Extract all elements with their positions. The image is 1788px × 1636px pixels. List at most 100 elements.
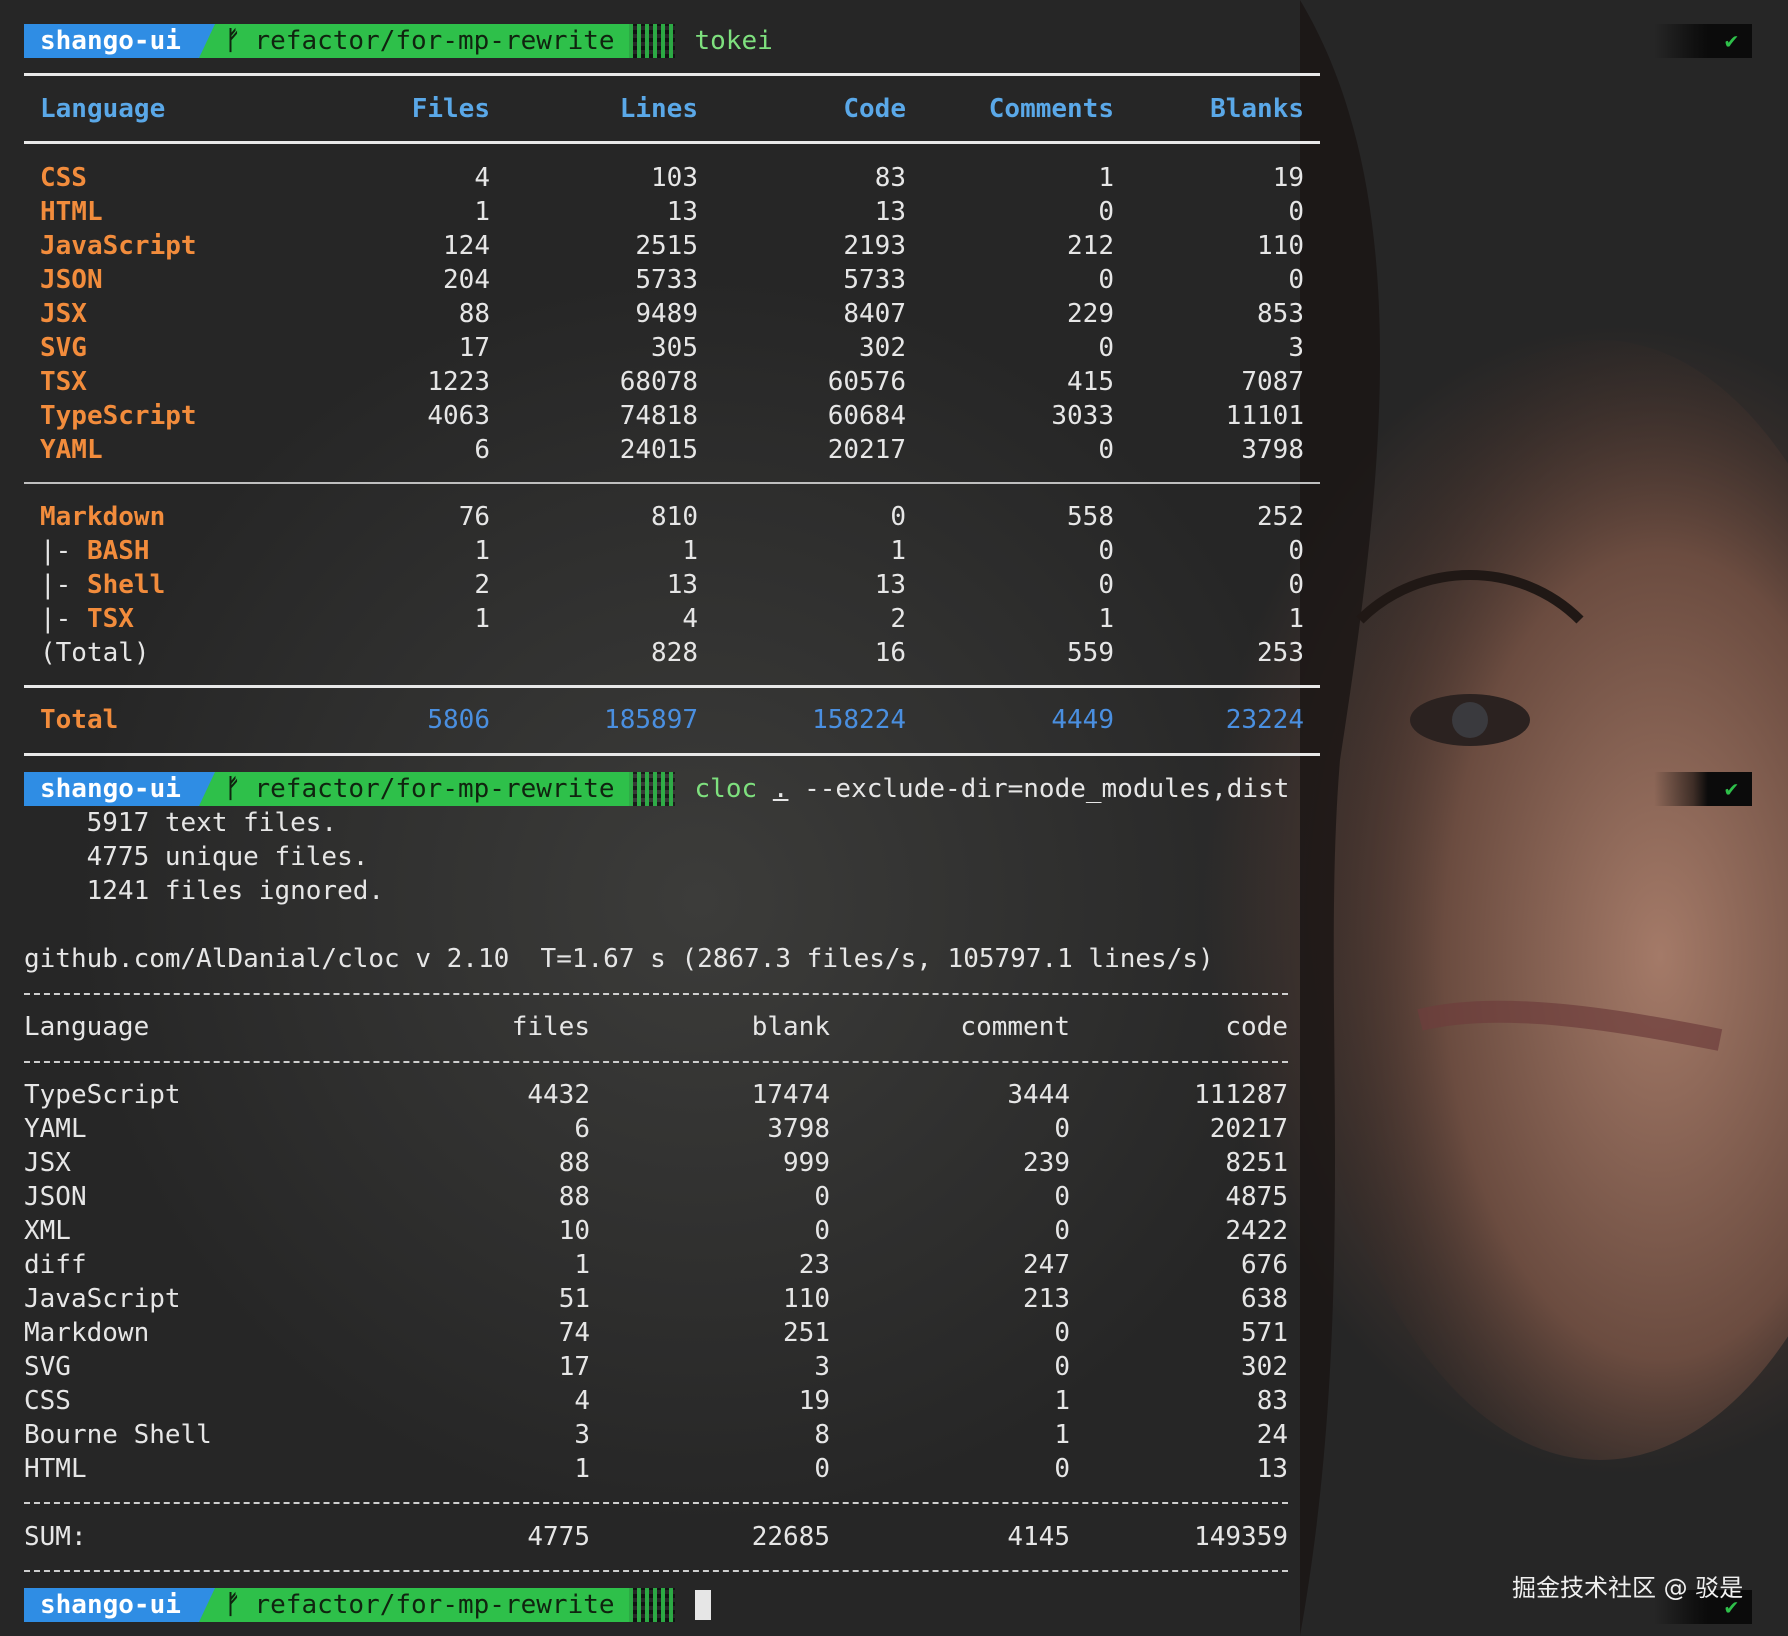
status-ok-indicator: ✔ — [1654, 24, 1752, 58]
cell-code: 8407 — [843, 299, 906, 329]
cell-blank: 23 — [798, 1250, 830, 1280]
cell-blank: 8 — [814, 1420, 830, 1450]
cloc-row: JSON 88 0 0 4875 — [24, 1180, 1288, 1214]
language-name: JSX — [40, 299, 87, 329]
cell-blanks: 3 — [1288, 333, 1304, 363]
cell-files: 88 — [558, 1148, 590, 1178]
cell-code: 20217 — [1209, 1114, 1288, 1144]
tokei-row: Markdown 76 810 0 558 252 — [24, 500, 1320, 534]
git-branch-icon: ᚠ — [224, 1590, 241, 1620]
cell-files: 6 — [574, 1114, 590, 1144]
cloc-row: CSS 4 19 1 83 — [24, 1384, 1288, 1418]
shell-prompt-2: shango-ui ᚠ refactor/for-mp-rewrite cloc … — [24, 772, 1289, 806]
tokei-row: TSX 1223 68078 60576 415 7087 — [24, 365, 1320, 399]
language-name: YAML — [40, 435, 103, 465]
cell-code: 302 — [1241, 1352, 1288, 1382]
cell-code: 13 — [874, 197, 906, 227]
cell-files: 1 — [574, 1250, 590, 1280]
cell-lang: SVG — [24, 1352, 71, 1382]
prompt-fade — [628, 772, 675, 806]
cell-blanks: 7087 — [1241, 367, 1304, 397]
prompt-separator — [198, 772, 215, 806]
cell-comments: 558 — [1067, 502, 1114, 532]
cell-comment: 0 — [1054, 1454, 1070, 1484]
cell-blank: 19 — [798, 1386, 830, 1416]
cell-files: 51 — [558, 1284, 590, 1314]
tokei-header-row: Language Files Lines Code Comments Blank… — [24, 92, 1320, 126]
cloc-row: JSX 88 999 239 8251 — [24, 1146, 1288, 1180]
tokei-row: SVG 17 305 302 0 3 — [24, 331, 1320, 365]
cell-lines: 305 — [651, 333, 698, 363]
cell-files: 1223 — [427, 367, 490, 397]
branch-name: refactor/for-mp-rewrite — [254, 26, 615, 56]
cell-comment: 3444 — [1007, 1080, 1070, 1110]
cloc-row: diff 1 23 247 676 — [24, 1248, 1288, 1282]
total-blanks: 23224 — [1225, 705, 1304, 735]
prompt-branch: ᚠ refactor/for-mp-rewrite — [214, 772, 629, 806]
total-comments: 4449 — [1051, 705, 1114, 735]
prompt-user: shango-ui — [24, 1588, 199, 1622]
row-language: |- TSX — [40, 602, 134, 636]
cell-code: 4875 — [1225, 1182, 1288, 1212]
cell-lines: 2515 — [635, 231, 698, 261]
cell-comments: 0 — [1098, 570, 1114, 600]
cell-files: 17 — [558, 1352, 590, 1382]
row-language: |- BASH — [40, 534, 150, 568]
cell-files: 2 — [474, 570, 490, 600]
cell-comment: 213 — [1023, 1284, 1070, 1314]
header-comments: Comments — [988, 94, 1114, 124]
cell-blanks: 1 — [1288, 604, 1304, 634]
cell-files: 88 — [458, 299, 490, 329]
cloc-sum-row: SUM: 4775 22685 4145 149359 — [24, 1520, 1288, 1554]
total-files: 5806 — [427, 705, 490, 735]
cell-blank: 0 — [814, 1454, 830, 1484]
row-language: JavaScript — [40, 229, 197, 263]
cell-lines: 13 — [666, 197, 698, 227]
cell-code: 2193 — [843, 231, 906, 261]
cell-blank: 0 — [814, 1216, 830, 1246]
command-text: tokei — [694, 26, 773, 56]
cell-lines: 810 — [651, 502, 698, 532]
cell-comments: 415 — [1067, 367, 1114, 397]
table-rule — [24, 73, 1320, 76]
cell-code: 2422 — [1225, 1216, 1288, 1246]
cell-code: 20217 — [827, 435, 906, 465]
language-name: CSS — [40, 163, 87, 193]
cell-lang: JavaScript — [24, 1284, 181, 1314]
command-name: cloc — [694, 774, 758, 804]
cell-lines: 828 — [651, 638, 698, 668]
prompt-user: shango-ui — [24, 24, 199, 58]
header-code: Code — [843, 94, 906, 124]
cell-blanks: 0 — [1288, 536, 1304, 566]
cell-blank: 251 — [783, 1318, 830, 1348]
cell-lines: 4 — [682, 604, 698, 634]
cell-code: 83 — [874, 163, 906, 193]
cloc-row: YAML 6 3798 0 20217 — [24, 1112, 1288, 1146]
cell-files: 74 — [558, 1318, 590, 1348]
cell-blanks: 110 — [1257, 231, 1304, 261]
header-files: Files — [411, 94, 490, 124]
cell-files: 10 — [558, 1216, 590, 1246]
cloc-header-row: Language files blank comment code — [24, 1010, 1288, 1044]
tree-prefix: |- — [40, 570, 87, 600]
cell-lines: 24015 — [619, 435, 698, 465]
language-name: JavaScript — [40, 231, 197, 261]
cell-comment: 1 — [1054, 1420, 1070, 1450]
table-rule — [24, 753, 1320, 756]
terminal-cursor[interactable] — [694, 1590, 711, 1620]
language-name: Shell — [86, 570, 166, 600]
tokei-row: JSX 88 9489 8407 229 853 — [24, 297, 1320, 331]
cell-code: 0 — [890, 502, 906, 532]
cell-blanks: 853 — [1257, 299, 1304, 329]
cell-blanks: 0 — [1288, 197, 1304, 227]
cell-comments: 1 — [1098, 163, 1114, 193]
cell-files: 88 — [558, 1182, 590, 1212]
row-language: |- Shell — [40, 568, 165, 602]
prompt-branch: ᚠ refactor/for-mp-rewrite — [214, 24, 629, 58]
cloc-row: SVG 17 3 0 302 — [24, 1350, 1288, 1384]
cell-lang: Markdown — [24, 1318, 150, 1348]
cloc-row: Markdown 74 251 0 571 — [24, 1316, 1288, 1350]
background-portrait-image — [1300, 0, 1788, 1636]
row-language: TypeScript — [40, 399, 197, 433]
cell-blanks: 252 — [1257, 502, 1304, 532]
